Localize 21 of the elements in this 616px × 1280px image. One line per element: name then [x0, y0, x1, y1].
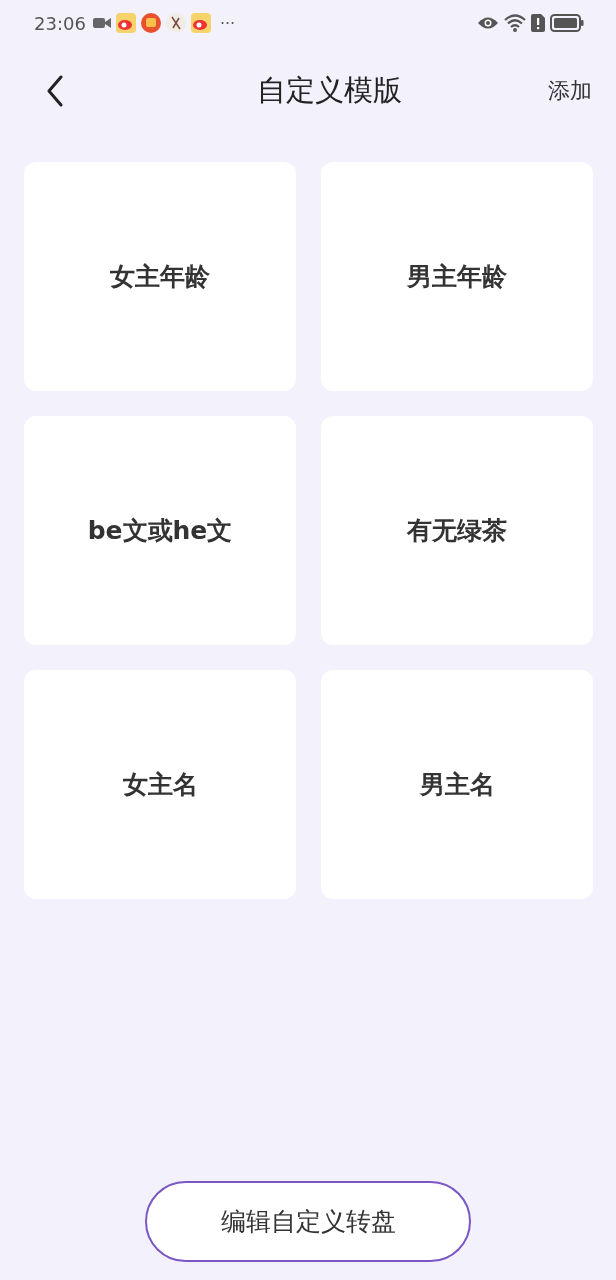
sim-alert-icon [531, 14, 545, 32]
template-card[interactable]: be文或he文 [24, 416, 296, 645]
app-notification-icon [190, 13, 211, 33]
add-button[interactable]: 添加 [548, 76, 592, 106]
back-icon [46, 75, 64, 107]
template-card[interactable]: 男主名 [321, 670, 593, 899]
app-notification-icon [140, 13, 161, 33]
wifi-icon [504, 14, 526, 32]
status-time: 23:06 [34, 12, 86, 34]
app-notification-icon [115, 13, 136, 33]
template-card[interactable]: 男主年龄 [321, 162, 593, 391]
template-card[interactable]: 女主年龄 [24, 162, 296, 391]
more-notifications: ··· [219, 13, 236, 33]
app-notification-icon [165, 13, 186, 33]
template-card[interactable]: 女主名 [24, 670, 296, 899]
page-title: 自定义模版 [255, 72, 403, 109]
edit-wheel-button[interactable]: 编辑自定义转盘 [145, 1181, 471, 1262]
eye-icon [477, 16, 499, 30]
battery-icon [550, 14, 584, 32]
template-card[interactable]: 有无绿茶 [321, 416, 593, 645]
video-camera-icon [92, 16, 111, 30]
